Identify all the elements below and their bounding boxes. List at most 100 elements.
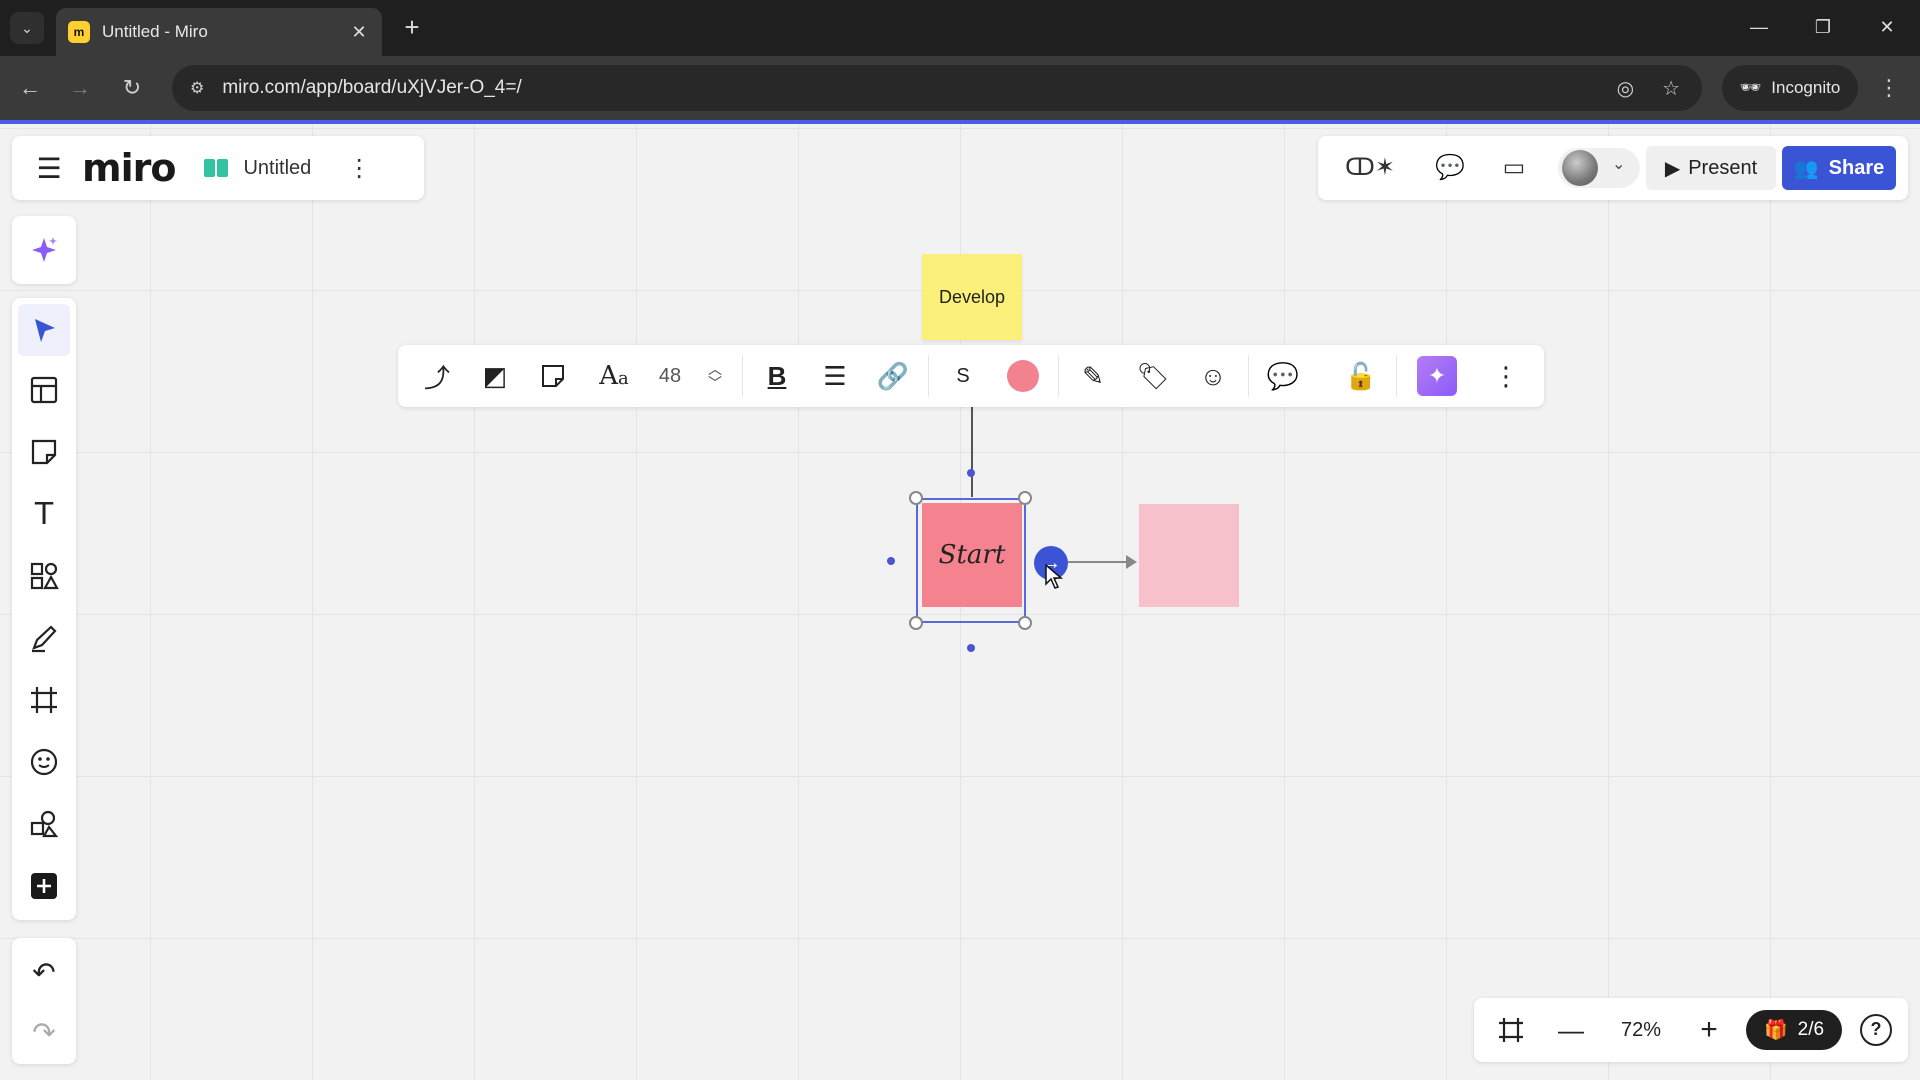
url-text: miro.com/app/board/uXjVJer-O_4=/	[222, 77, 522, 98]
chevron-up-icon[interactable]: ︿	[708, 362, 722, 376]
lock-button[interactable]: 🔓	[1336, 345, 1386, 407]
forward-button[interactable]: →	[62, 70, 98, 106]
video-call-icon[interactable]: ▭	[1494, 150, 1534, 186]
reactions-icon[interactable]: ↀ✶	[1338, 150, 1402, 186]
stickers-tool[interactable]	[12, 734, 76, 790]
connection-point-left[interactable]	[887, 557, 895, 565]
pen-tool[interactable]	[12, 610, 76, 666]
templates-tool[interactable]	[12, 362, 76, 418]
pen-icon	[32, 625, 57, 653]
align-center-icon: ☰	[823, 360, 847, 391]
help-icon[interactable]: ?	[1860, 1014, 1892, 1046]
unlock-icon: 🔓	[1344, 360, 1378, 391]
sticky-note-preview[interactable]	[1139, 504, 1239, 607]
zoom-in-button[interactable]: +	[1686, 998, 1732, 1062]
close-tab-icon[interactable]: ✕	[348, 22, 370, 43]
frame-tool[interactable]	[12, 672, 76, 728]
connector-line[interactable]	[971, 407, 973, 497]
plus-icon: +	[1700, 1013, 1718, 1046]
fill-color-button[interactable]	[996, 345, 1050, 407]
tab-title: Untitled - Miro	[102, 22, 208, 41]
divider	[928, 355, 929, 397]
switch-type-button[interactable]: ◩	[470, 345, 520, 407]
site-info-icon[interactable]: ⚙	[190, 78, 204, 98]
sticky-note-tool[interactable]	[12, 424, 76, 480]
redo-icon: ↷	[32, 1016, 56, 1048]
main-menu-icon[interactable]: ☰	[22, 136, 76, 200]
comment-icon: 💬	[1266, 360, 1300, 391]
browser-tab[interactable]: m Untitled - Miro ✕	[56, 8, 382, 56]
restore-window-button[interactable]: ❐	[1800, 10, 1846, 44]
history-panel: ↶ ↷	[12, 938, 76, 1064]
templates-icon	[30, 376, 58, 404]
diagramming-tool[interactable]	[12, 796, 76, 852]
browser-menu-icon[interactable]: ⋮	[1874, 70, 1904, 106]
tools-toolbar: T	[12, 298, 76, 920]
chevron-down-icon[interactable]: ﹀	[708, 376, 722, 390]
sticky-note-develop[interactable]: Develop	[922, 254, 1022, 340]
more-vertical-icon: ⋮	[1493, 360, 1519, 391]
add-reaction-button[interactable]: ☺	[1188, 345, 1238, 407]
miro-logo[interactable]: miro	[82, 146, 176, 190]
resize-handle-top-left[interactable]	[909, 491, 923, 505]
divider	[1058, 355, 1059, 397]
font-size-field[interactable]: 48	[648, 345, 692, 407]
shapes-tool[interactable]	[12, 548, 76, 604]
redo-button[interactable]: ↷	[12, 1004, 76, 1060]
connection-point-bottom[interactable]	[967, 644, 975, 652]
back-button[interactable]: ←	[12, 70, 48, 106]
link-icon: 🔗	[876, 360, 910, 391]
present-button[interactable]: ▶ Present	[1646, 146, 1776, 190]
chat-icon[interactable]: 💬	[1430, 150, 1470, 186]
new-tab-button[interactable]: +	[396, 12, 428, 44]
incognito-badge[interactable]: 🕶 Incognito	[1722, 65, 1858, 111]
url-field[interactable]: ⚙ miro.com/app/board/uXjVJer-O_4=/ ◎ ☆	[172, 65, 1702, 111]
minus-icon: —	[1558, 1014, 1584, 1045]
convert-to-diagram-button[interactable]: ⤴	[412, 345, 462, 407]
resize-handle-top-right[interactable]	[1018, 491, 1032, 505]
board-title[interactable]: Untitled	[243, 157, 311, 180]
resize-handle-bottom-left[interactable]	[909, 616, 923, 630]
ai-actions-button[interactable]: ✦	[1406, 345, 1468, 407]
bold-button[interactable]: B	[752, 345, 802, 407]
zoom-level[interactable]: 72%	[1604, 998, 1678, 1062]
resize-handle-bottom-right[interactable]	[1018, 616, 1032, 630]
comment-button[interactable]: 💬	[1258, 345, 1308, 407]
share-button[interactable]: 👥 Share	[1782, 146, 1896, 190]
align-button[interactable]: ☰	[810, 345, 860, 407]
bookmark-star-icon[interactable]: ☆	[1662, 76, 1680, 101]
zoom-out-button[interactable]: —	[1548, 998, 1594, 1062]
font-size-stepper[interactable]: ︿ ﹀	[700, 345, 730, 407]
tag-button[interactable]: 🏷	[1128, 345, 1178, 407]
board-header-panel: ☰ miro Untitled ⋮	[12, 136, 424, 200]
highlight-button[interactable]: ✎	[1068, 345, 1118, 407]
board-options-icon[interactable]: ⋮	[347, 154, 371, 183]
more-apps-tool[interactable]	[12, 858, 76, 914]
select-tool[interactable]	[12, 302, 76, 358]
link-button[interactable]: 🔗	[868, 345, 918, 407]
tag-icon: 🏷	[1136, 360, 1170, 391]
tab-search-button[interactable]: ⌄	[10, 12, 44, 44]
shape-switch-icon: ◩	[482, 360, 508, 391]
undo-button[interactable]: ↶	[12, 944, 76, 1000]
fit-to-screen-button[interactable]	[1488, 998, 1534, 1062]
sticky-size-button[interactable]: S	[938, 345, 988, 407]
learning-center-button[interactable]: 🎁 2/6	[1746, 1010, 1842, 1050]
close-window-button[interactable]: ✕	[1864, 10, 1910, 44]
collaborators-dropdown[interactable]: ⌄	[1558, 148, 1640, 188]
ai-sparkle-icon[interactable]	[29, 235, 59, 265]
zoom-panel: — 72% + 🎁 2/6 ?	[1474, 998, 1908, 1062]
gift-icon: 🎁	[1763, 1020, 1788, 1041]
font-style-button[interactable]: Aa	[588, 345, 640, 407]
browser-tab-bar: ⌄ m Untitled - Miro ✕ + — ❐ ✕	[0, 0, 1920, 56]
minimize-window-button[interactable]: —	[1736, 10, 1782, 44]
sticky-type-button[interactable]	[528, 345, 578, 407]
connection-point-top[interactable]	[967, 469, 975, 477]
text-tool[interactable]: T	[12, 486, 76, 542]
eye-off-icon[interactable]: ◎	[1617, 76, 1634, 101]
font-icon: Aa	[599, 361, 629, 391]
ai-assistant-panel	[12, 216, 76, 284]
more-options-button[interactable]: ⋮	[1484, 345, 1528, 407]
reload-button[interactable]: ↻	[114, 70, 150, 106]
divider	[1396, 355, 1397, 397]
